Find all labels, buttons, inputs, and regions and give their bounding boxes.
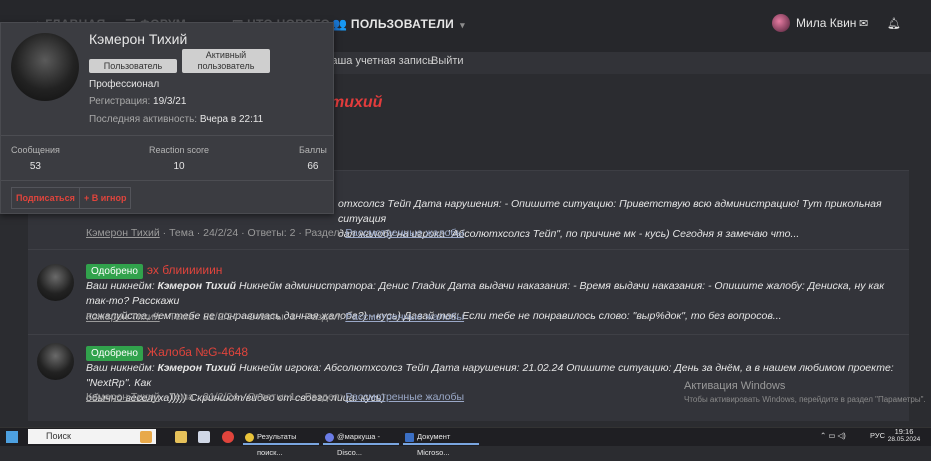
avatar	[772, 14, 790, 32]
account-link[interactable]: Ваша учетная запись	[324, 55, 433, 67]
logout-link[interactable]: Выйти	[431, 55, 464, 67]
language-indicator[interactable]: РУС	[870, 431, 885, 440]
windows-start-icon[interactable]	[6, 431, 18, 443]
list-item[interactable]: Одобрено эх блиииииин Ваш никнейм: Кэмеро…	[28, 250, 909, 335]
page-title: тихий	[330, 94, 383, 111]
author-link[interactable]: Кэмерон Тихий	[86, 311, 160, 323]
ignore-button[interactable]: + В игнор	[79, 187, 132, 209]
section-link[interactable]: Рассмотренные жалобы	[345, 227, 464, 239]
nav-users[interactable]: 👥 ПОЛЬЗОВАТЕЛИ ▾	[332, 17, 465, 31]
app-icon[interactable]	[198, 431, 210, 443]
last-activity: Последняя активность: Вчера в 22:11	[89, 114, 264, 125]
status-badge: Одобрено	[86, 264, 143, 279]
section-link[interactable]: Рассмотренные жалобы	[345, 311, 464, 323]
author-link[interactable]: Кэмерон Тихий	[86, 391, 160, 403]
avatar	[37, 343, 74, 380]
result-meta: Кэмерон Тихий · Тема · 21/2/24 · Ответы:…	[86, 311, 465, 323]
stat-points: Баллы 66	[299, 145, 327, 172]
search-highlight-icon	[140, 431, 152, 443]
status-badge: Одобрено	[86, 346, 143, 361]
member-name[interactable]: Кэмерон Тихий	[89, 31, 187, 47]
avatar[interactable]	[11, 33, 79, 101]
file-explorer-icon[interactable]	[175, 431, 187, 443]
result-title[interactable]: Одобрено эх блиииииин	[86, 263, 222, 279]
divider	[1, 180, 333, 181]
author-link[interactable]: Кэмерон Тихий	[86, 227, 160, 239]
avatar	[37, 264, 74, 301]
bell-icon[interactable]: 🔔︎	[887, 17, 901, 30]
result-meta: Кэмерон Тихий · Тема · 24/2/24 · Ответы:…	[86, 227, 465, 239]
taskbar-word[interactable]: Документ Microso...	[403, 429, 479, 457]
user-title-badge: Пользователь	[89, 59, 177, 73]
windows-activation-watermark: Активация Windows Чтобы активировать Win…	[684, 380, 926, 404]
result-title[interactable]: Одобрено Жалоба №G-4648	[86, 345, 248, 361]
opera-icon[interactable]	[222, 431, 234, 443]
user-name: Мила Квин	[796, 16, 857, 30]
stat-messages: Сообщения 53	[11, 145, 60, 172]
taskbar-search-input[interactable]: Поиск	[28, 429, 156, 444]
list-item[interactable]: Одобрено Жалоба №G-4648 Ваш никнейм: Кэме…	[28, 335, 909, 421]
user-menu[interactable]: Мила Квин	[772, 14, 856, 32]
result-meta: Кэмерон Тихий · Тема · 21/2/24 · Ответы:…	[86, 391, 465, 403]
member-role: Профессионал	[89, 79, 160, 90]
registration-date: Регистрация: 19/3/21	[89, 96, 187, 107]
active-user-badge: Активный пользователь	[182, 49, 270, 73]
users-icon: 👥	[332, 17, 351, 31]
tray-icons[interactable]: ⌃ ▭ ◁)	[820, 431, 846, 440]
follow-button[interactable]: Подписаться	[11, 187, 80, 209]
member-tooltip: Кэмерон Тихий Пользователь Активный поль…	[0, 22, 334, 214]
divider	[1, 135, 333, 136]
chevron-down-icon[interactable]: ▾	[460, 20, 465, 30]
envelope-icon[interactable]: ✉	[859, 17, 868, 30]
section-link[interactable]: Рассмотренные жалобы	[345, 391, 464, 403]
taskbar-chrome[interactable]: Результаты поиск...	[243, 429, 319, 457]
taskbar-discord[interactable]: @маркуша - Disco...	[323, 429, 399, 457]
clock[interactable]: 19:16 28.05.2024	[887, 428, 921, 444]
windows-taskbar: Поиск Результаты поиск... @маркуша - Dis…	[0, 427, 931, 457]
stat-reaction-score: Reaction score 10	[149, 145, 210, 172]
